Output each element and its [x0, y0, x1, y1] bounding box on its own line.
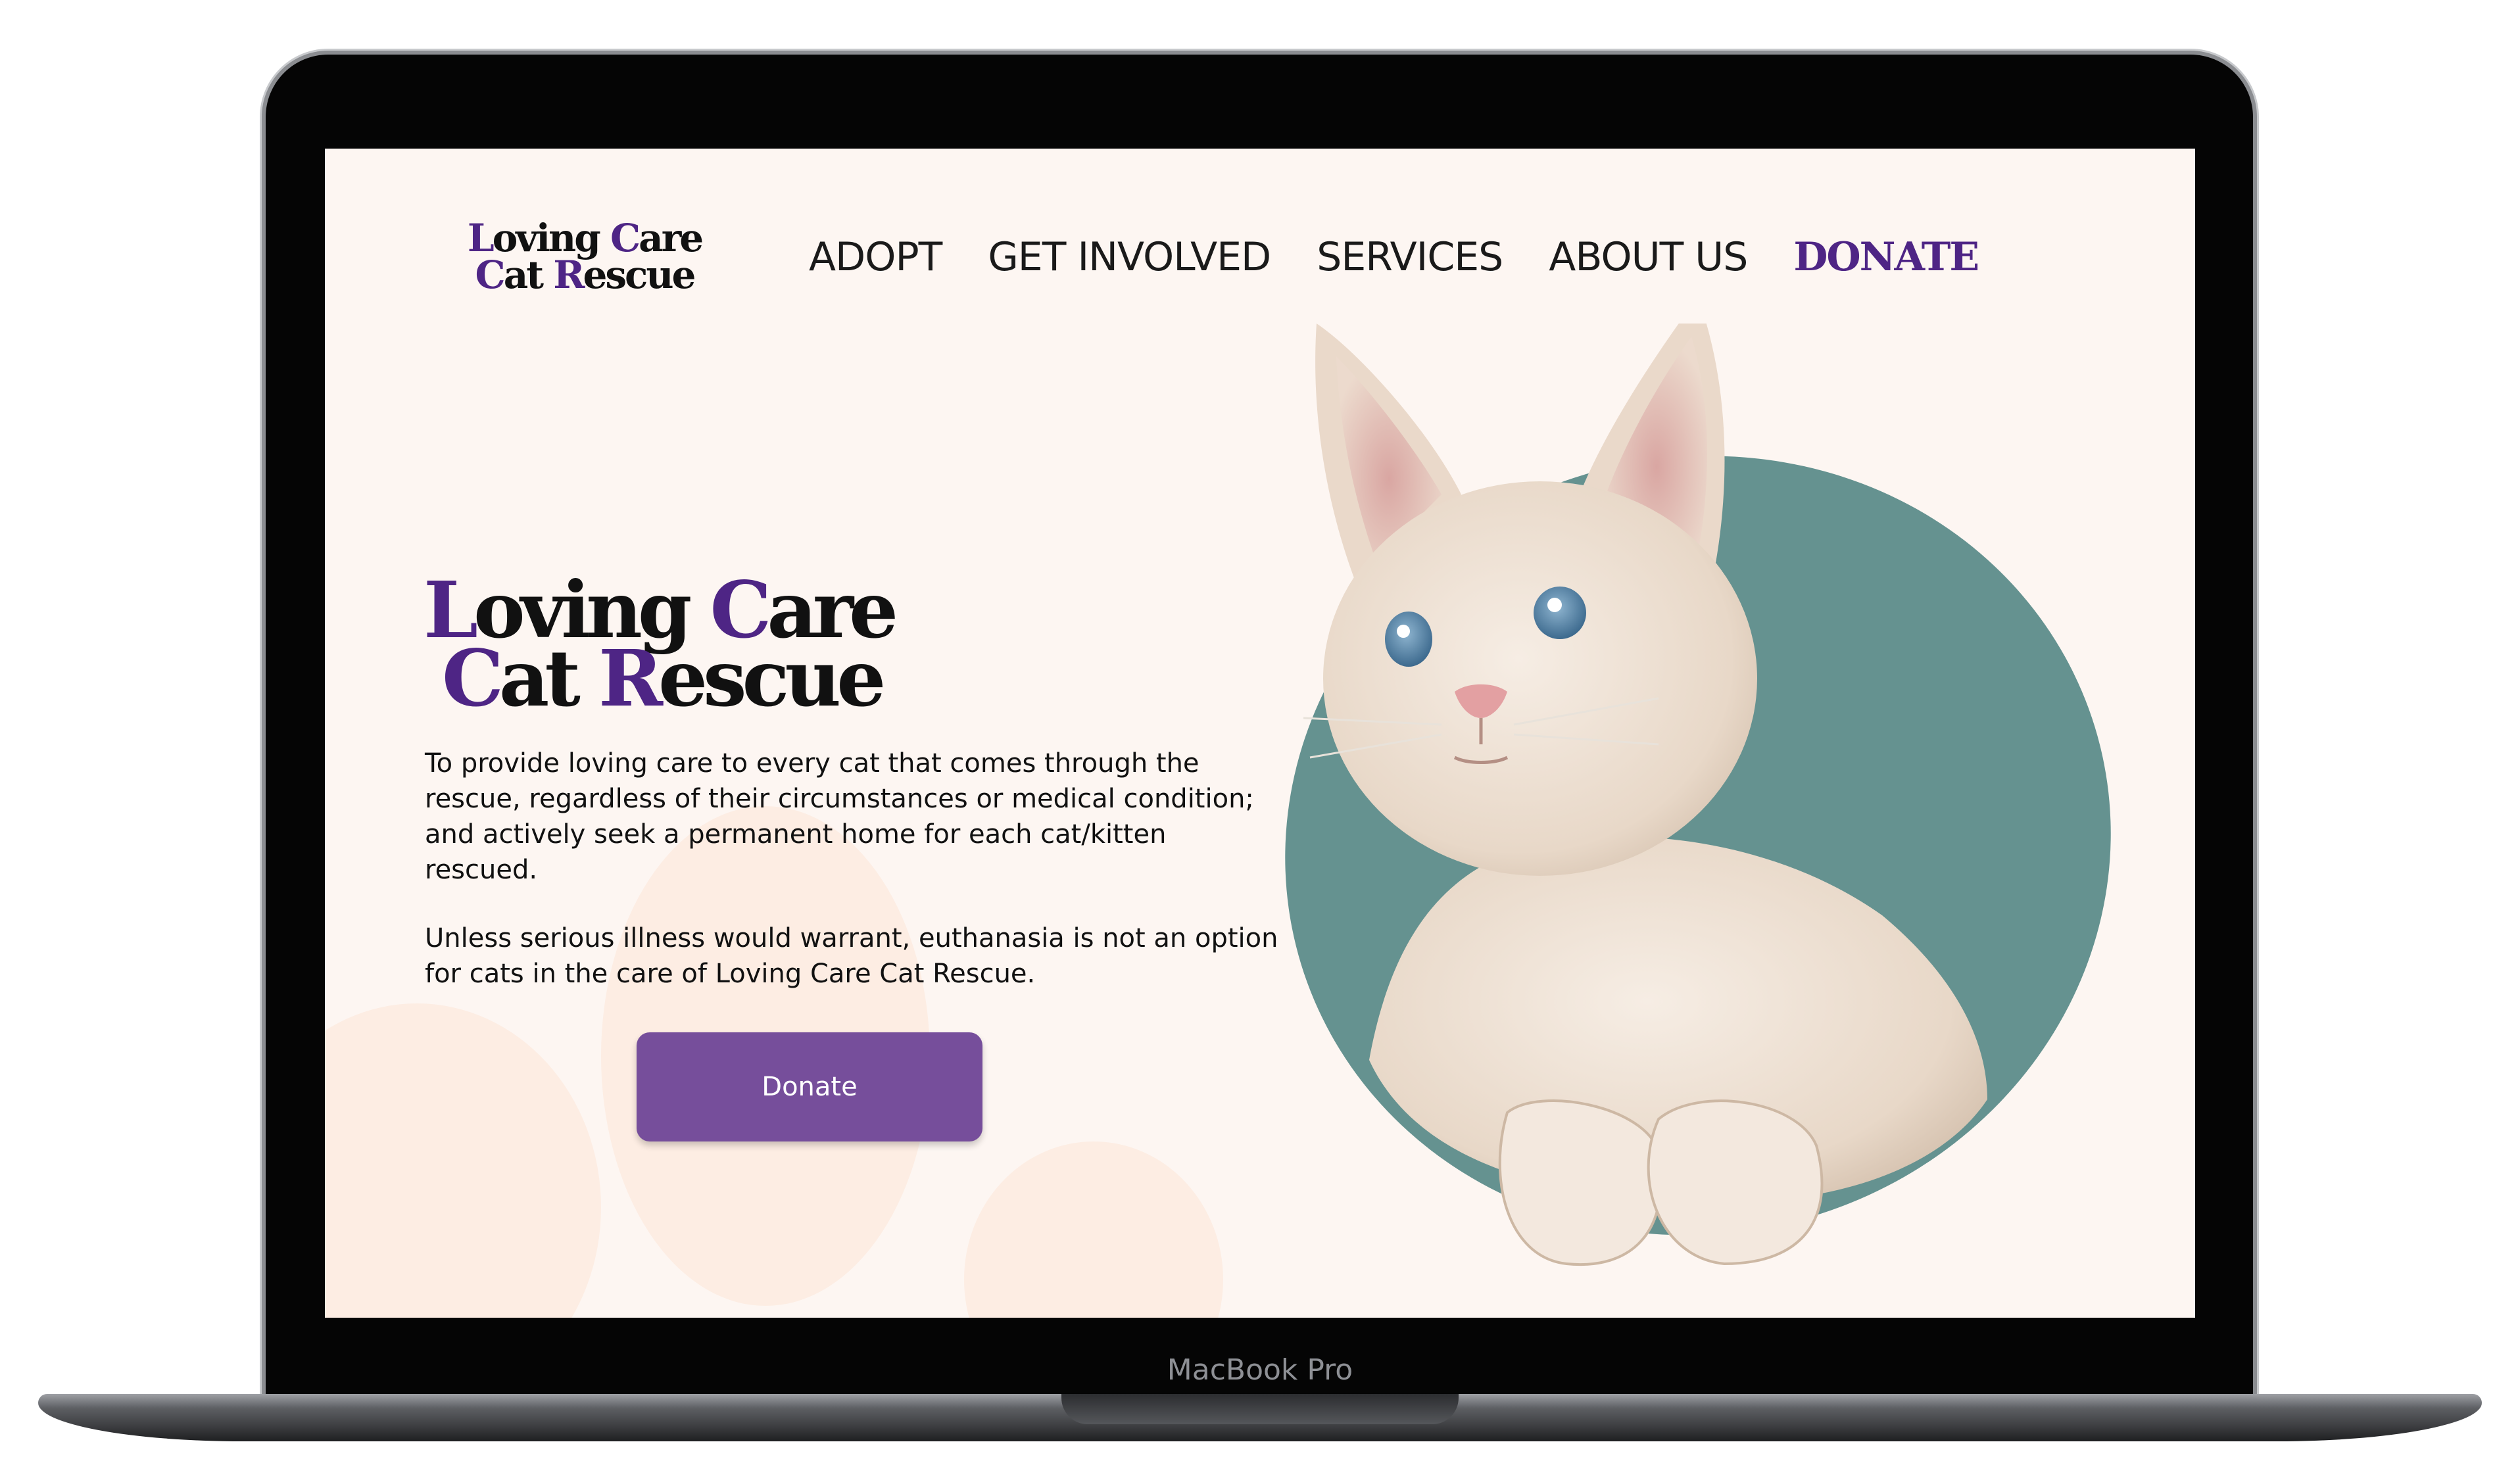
mission-paragraph-1: To provide loving care to every cat that…: [425, 748, 1254, 885]
mission-text: To provide loving care to every cat that…: [425, 746, 1280, 1024]
nav-donate[interactable]: DONATE: [1793, 234, 1979, 280]
site-logo[interactable]: Loving Care Cat Rescue: [460, 216, 710, 297]
main-nav: ADOPT GET INVOLVED SERVICES ABOUT US DON…: [809, 231, 1979, 283]
kitten-image: [1303, 324, 1987, 1266]
nav-services[interactable]: SERVICES: [1317, 234, 1503, 280]
nav-adopt[interactable]: ADOPT: [809, 234, 942, 280]
decorative-blob: [325, 1003, 601, 1318]
donate-button[interactable]: Donate: [637, 1032, 982, 1141]
hero-title-line-2: Cat Rescue: [442, 633, 886, 724]
website-screen: Loving Care Cat Rescue ADOPT GET INVOLVE…: [325, 149, 2195, 1318]
decorative-blob: [964, 1141, 1223, 1318]
nav-get-involved[interactable]: GET INVOLVED: [988, 234, 1271, 280]
logo-line-1: Loving Care: [467, 216, 704, 260]
nav-about-us[interactable]: ABOUT US: [1549, 234, 1748, 280]
hero-title: Loving Care Cat Rescue: [424, 571, 898, 724]
laptop-notch: [1061, 1394, 1459, 1424]
logo-line-2: Cat Rescue: [475, 252, 696, 297]
mission-paragraph-2: Unless serious illness would warrant, eu…: [425, 923, 1278, 989]
device-model-label: MacBook Pro: [1167, 1353, 1353, 1387]
